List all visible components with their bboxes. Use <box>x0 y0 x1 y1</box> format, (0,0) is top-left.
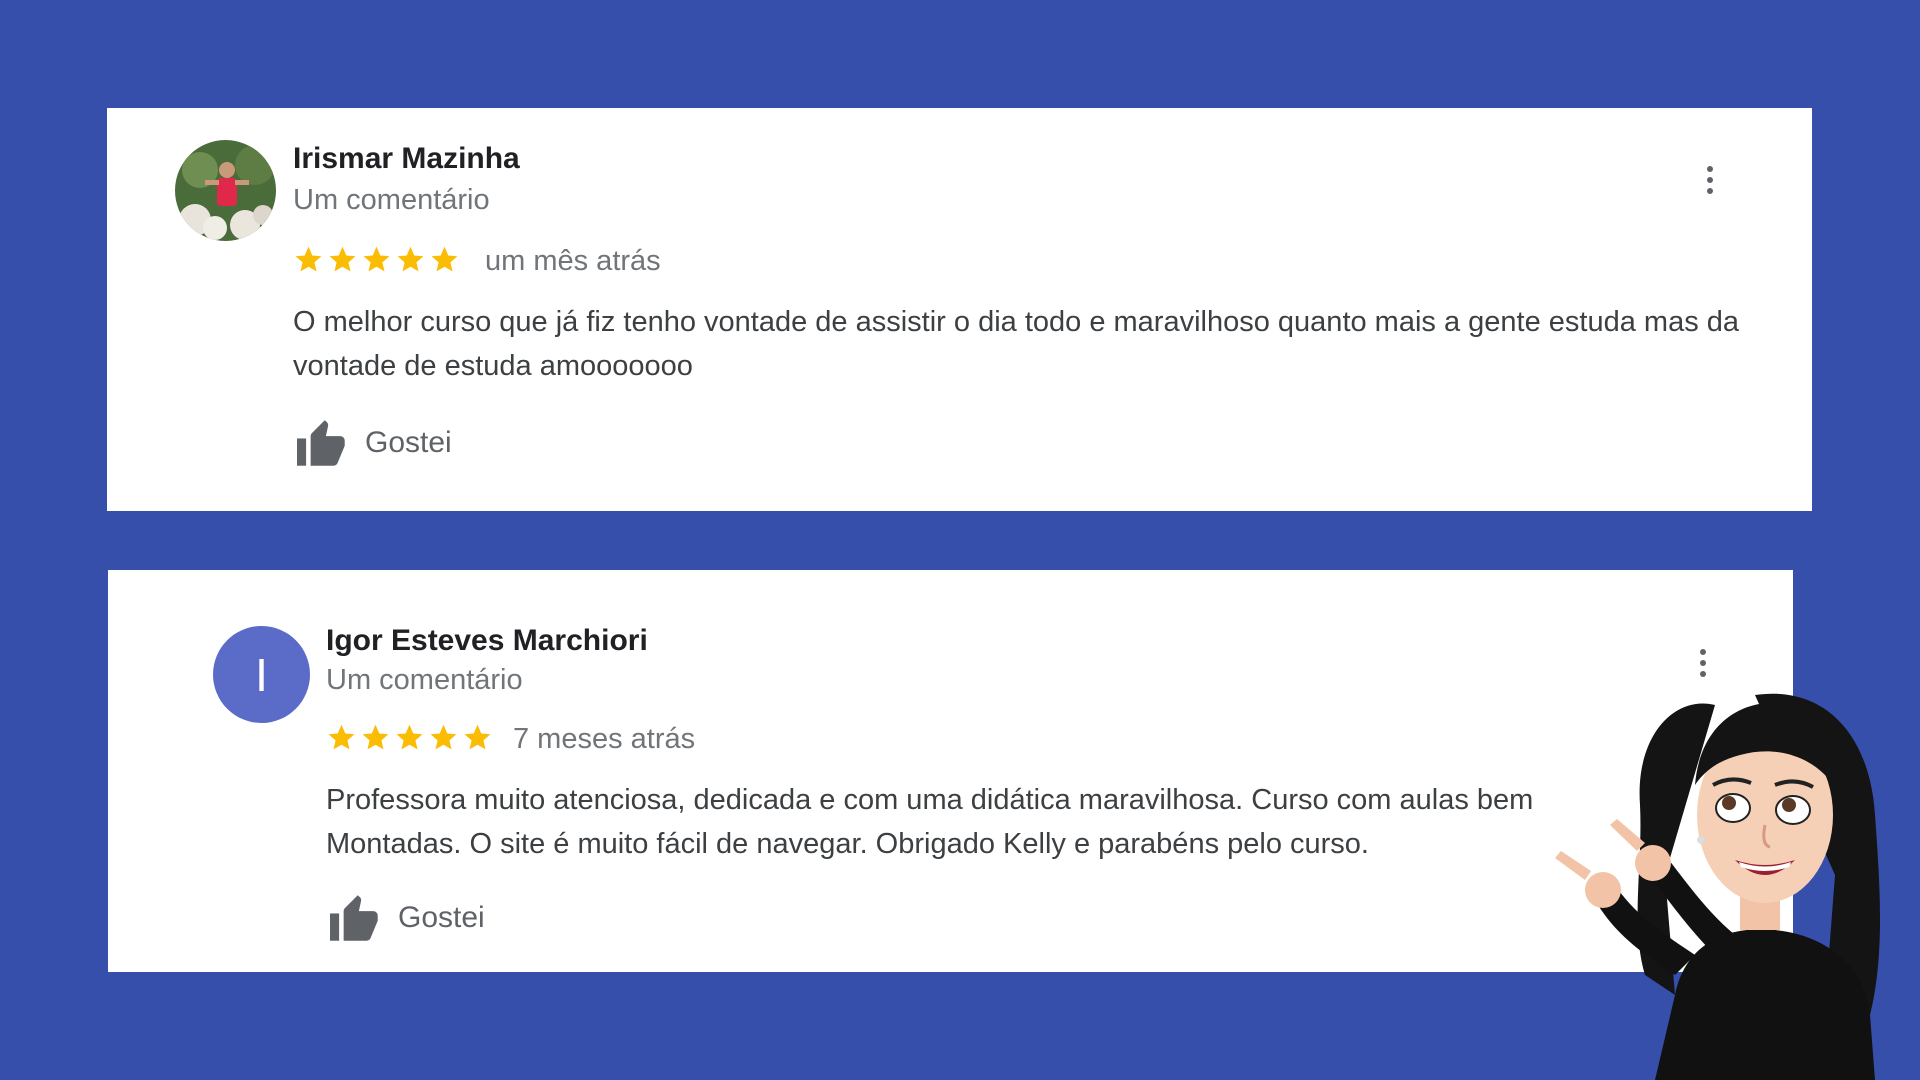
review-date: 7 meses atrás <box>513 723 696 755</box>
reviewer-subtitle: Um comentário <box>293 184 490 216</box>
like-button[interactable]: Gostei <box>326 893 485 943</box>
more-vert-icon <box>1707 166 1713 172</box>
thumbs-up-icon <box>330 895 378 941</box>
reviewer-subtitle: Um comentário <box>326 664 523 696</box>
more-vert-dot <box>1700 660 1706 666</box>
star-icon <box>295 246 322 272</box>
star-icon <box>396 724 423 750</box>
reviewer-name[interactable]: Irismar Mazinha <box>293 142 520 176</box>
star-icon <box>464 724 491 750</box>
star-icon <box>431 246 458 272</box>
star-rating <box>326 722 493 753</box>
star-icon <box>328 724 355 750</box>
star-icon <box>363 246 390 272</box>
more-vert-dot <box>1707 177 1713 183</box>
reviewer-name[interactable]: Igor Esteves Marchiori <box>326 624 648 658</box>
review-text: O melhor curso que já fiz tenho vontade … <box>293 306 1740 382</box>
star-icon <box>362 724 389 750</box>
avatar-letter: I <box>255 648 268 701</box>
pointing-character-illustration <box>1555 693 1880 1080</box>
star-icon <box>397 246 424 272</box>
like-label: Gostei <box>365 426 452 459</box>
star-rating <box>293 244 460 275</box>
avatar-photo <box>175 140 276 241</box>
star-icon <box>329 246 356 272</box>
review-date: um mês atrás <box>485 245 661 277</box>
avatar[interactable] <box>175 140 276 241</box>
like-button[interactable]: Gostei <box>293 418 452 468</box>
avatar[interactable]: I <box>213 626 310 723</box>
more-options-button[interactable] <box>1700 160 1720 200</box>
thumbs-up-icon <box>297 420 345 466</box>
star-icon <box>430 724 457 750</box>
review-text: Professora muito atenciosa, dedicada e c… <box>326 784 1534 860</box>
like-label: Gostei <box>398 901 485 934</box>
review-card-irismar: Irismar Mazinha Um comentário um mês atr… <box>107 108 1812 511</box>
more-vert-dot <box>1707 188 1713 194</box>
more-vert-icon <box>1700 649 1706 655</box>
